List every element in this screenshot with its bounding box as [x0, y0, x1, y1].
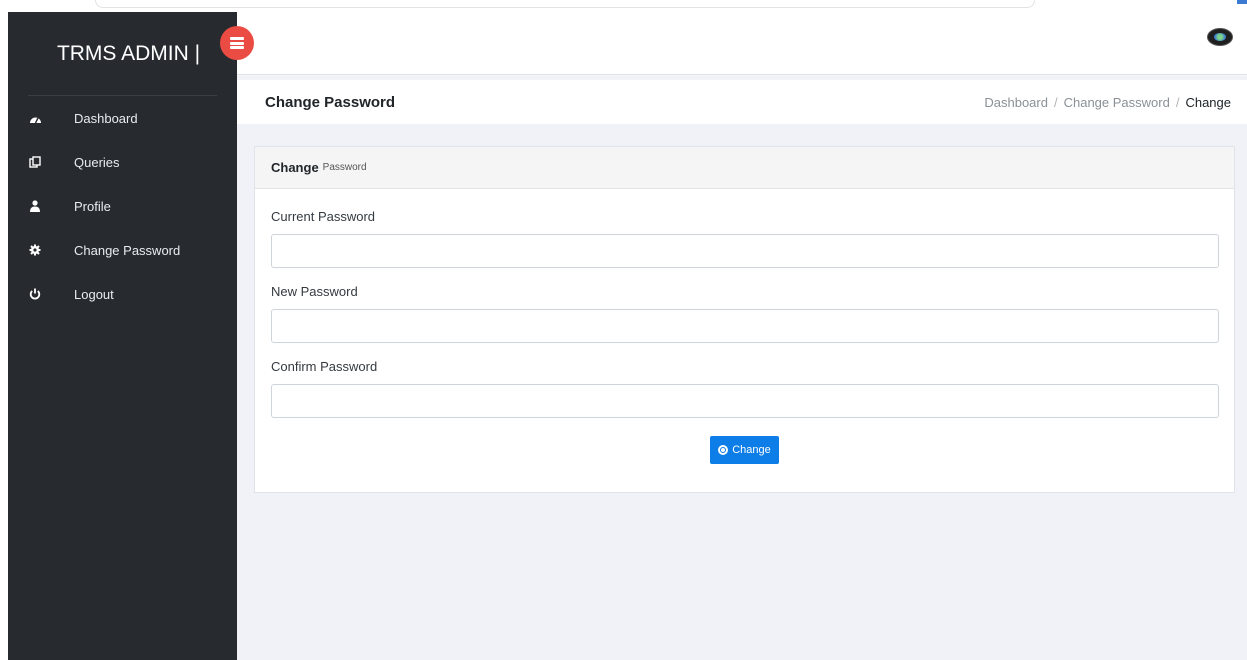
corner-accent	[1237, 0, 1247, 4]
confirm-password-label: Confirm Password	[271, 359, 378, 374]
change-button-label: Change	[732, 444, 771, 456]
submit-row: Change	[271, 436, 1218, 464]
confirm-password-input[interactable]	[271, 384, 1219, 418]
card-title: Change	[271, 160, 319, 175]
browser-top-strip	[0, 0, 1247, 10]
card-subtitle: Password	[322, 162, 367, 173]
breadcrumb-item-change-password[interactable]: Change Password	[1064, 95, 1170, 110]
circle-dot-icon	[718, 445, 729, 455]
avatar-image	[1214, 33, 1226, 41]
change-password-form: Current Password New Password Confirm Pa…	[255, 189, 1234, 464]
current-password-group: Current Password	[271, 209, 1219, 268]
browser-address-edge	[95, 0, 1035, 8]
user-icon	[28, 199, 42, 213]
change-password-card: Change Password Current Password New Pas…	[254, 146, 1235, 493]
sidebar-toggle-button[interactable]	[220, 26, 254, 60]
user-avatar[interactable]	[1207, 28, 1233, 46]
sidebar-item-label: Logout	[74, 286, 114, 302]
new-password-input[interactable]	[271, 309, 1219, 343]
sidebar-item-label: Change Password	[74, 242, 181, 258]
confirm-password-group: Confirm Password	[271, 359, 1219, 418]
dashboard-icon	[28, 111, 42, 125]
card-header: Change Password	[255, 147, 1234, 189]
sidebar-menu: Dashboard Queries Profile Change Passwor…	[8, 96, 237, 316]
sidebar-item-queries[interactable]: Queries	[8, 140, 237, 184]
new-password-group: New Password	[271, 284, 1219, 343]
page-titlebar: Change Password Dashboard / Change Passw…	[237, 80, 1247, 124]
sidebar-item-label: Dashboard	[74, 110, 138, 126]
breadcrumb: Dashboard / Change Password / Change	[984, 95, 1231, 110]
menu-toggle-icon	[230, 37, 244, 49]
change-button[interactable]: Change	[710, 436, 779, 464]
sidebar-item-logout[interactable]: Logout	[8, 272, 237, 316]
power-icon	[28, 287, 42, 301]
breadcrumb-separator: /	[1175, 94, 1180, 110]
sidebar-item-change-password[interactable]: Change Password	[8, 228, 237, 272]
breadcrumb-item-current: Change	[1185, 94, 1231, 110]
current-password-label: Current Password	[271, 209, 376, 224]
page-title: Change Password	[265, 93, 396, 111]
top-header	[237, 12, 1247, 75]
sidebar-item-label: Profile	[74, 198, 111, 214]
main-content: Change Password Dashboard / Change Passw…	[237, 76, 1247, 660]
breadcrumb-separator: /	[1053, 94, 1058, 110]
sidebar: TRMS ADMIN | Dashboard Queries Profile C…	[8, 12, 237, 660]
sidebar-item-label: Queries	[74, 154, 120, 170]
gear-icon	[28, 243, 42, 257]
sidebar-item-profile[interactable]: Profile	[8, 184, 237, 228]
breadcrumb-item-dashboard[interactable]: Dashboard	[984, 95, 1048, 110]
new-password-label: New Password	[271, 284, 358, 299]
brand-title[interactable]: TRMS ADMIN |	[28, 12, 217, 96]
current-password-input[interactable]	[271, 234, 1219, 268]
queries-icon	[28, 155, 42, 169]
sidebar-item-dashboard[interactable]: Dashboard	[8, 96, 237, 140]
